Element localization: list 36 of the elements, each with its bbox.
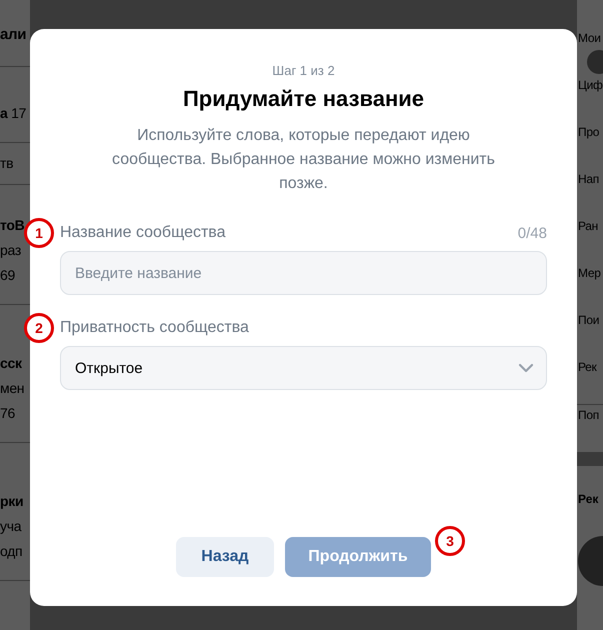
feed-text: одп xyxy=(0,542,22,561)
feed-text: али xyxy=(0,25,26,45)
feed-text: сск xyxy=(0,354,22,373)
chevron-down-icon xyxy=(518,363,534,373)
character-counter: 0/48 xyxy=(518,224,547,242)
annotation-marker: 3 xyxy=(435,526,465,556)
privacy-dropdown[interactable]: Открытое xyxy=(60,346,547,390)
menu-item[interactable]: Поп xyxy=(577,405,599,425)
feed-text: 69 xyxy=(0,266,15,285)
menu-item[interactable]: Циф xyxy=(577,75,603,95)
feed-text: мен xyxy=(0,379,24,398)
menu-item[interactable]: Рек xyxy=(577,357,597,377)
name-input-field[interactable]: Введите название xyxy=(60,251,547,295)
feed-text: тоВ xyxy=(0,216,24,235)
dialog-description: Используйте слова, которые передают идею сообщества. Выбранное название можно изменить позже. xyxy=(111,126,496,194)
menu-item[interactable]: Пои xyxy=(577,310,600,330)
menu-item[interactable]: Мер xyxy=(577,263,601,283)
dialog-title: Придумайте название xyxy=(182,86,424,112)
field-label: Приватность сообщества xyxy=(60,319,249,337)
annotation-marker: 2 xyxy=(24,313,54,343)
step-indicator: Шаг 1 из 2 xyxy=(272,63,335,78)
avatar xyxy=(578,536,603,586)
panel-title: Рек xyxy=(577,492,598,506)
menu-item[interactable]: Нап xyxy=(577,169,599,189)
field-label: Название сообщества xyxy=(60,224,226,242)
feed-text: уча xyxy=(0,517,22,536)
back-button[interactable]: Назад xyxy=(176,537,274,577)
feed-text: раз xyxy=(0,241,21,260)
menu-item[interactable]: Ран xyxy=(577,216,598,236)
annotation-marker: 1 xyxy=(24,218,54,248)
feed-text: рки xyxy=(0,492,24,511)
feed-text: 76 xyxy=(0,404,15,423)
feed-text: тв xyxy=(0,154,14,173)
menu-item[interactable]: Мои xyxy=(577,28,601,48)
menu-item[interactable]: Про xyxy=(577,122,600,142)
feed-text: а 17 xyxy=(0,104,26,123)
